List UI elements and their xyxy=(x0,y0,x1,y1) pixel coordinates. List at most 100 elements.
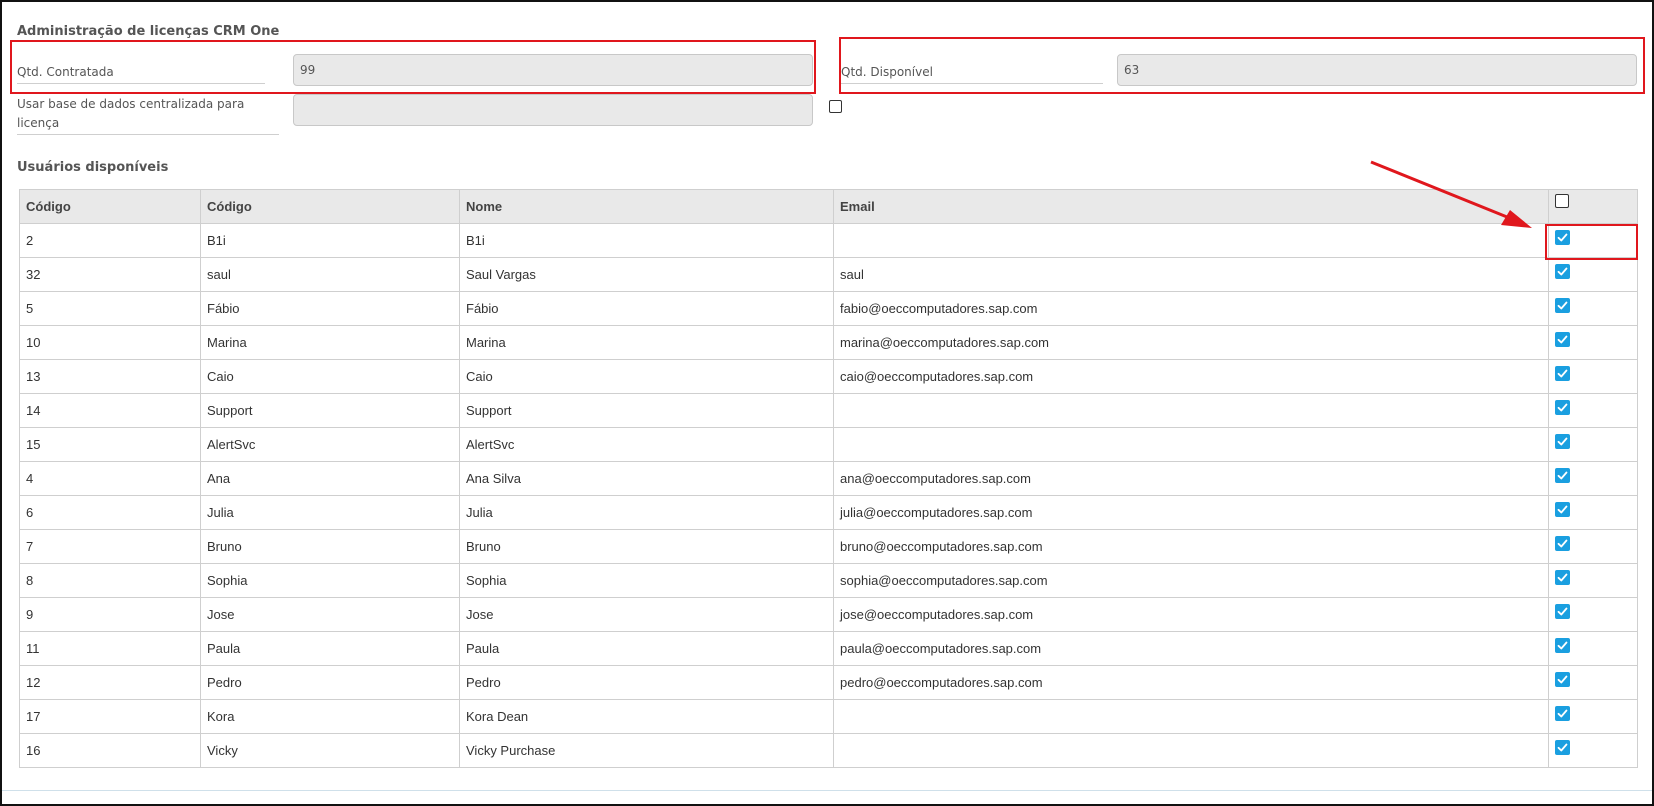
cell-email xyxy=(833,733,1549,768)
row-select-checkbox[interactable] xyxy=(1555,434,1570,449)
usar-base-field[interactable] xyxy=(293,94,813,126)
table-row[interactable]: 17 Kora Kora Dean xyxy=(19,699,1638,734)
table-row[interactable]: 32 saul Saul Vargas saul xyxy=(19,257,1638,292)
cell-user-code: B1i xyxy=(200,223,460,258)
cell-name: AlertSvc xyxy=(459,427,834,462)
cell-code: 5 xyxy=(19,291,201,326)
row-select-checkbox[interactable] xyxy=(1555,502,1570,517)
cell-select xyxy=(1548,257,1638,292)
cell-select xyxy=(1548,563,1638,598)
cell-code: 8 xyxy=(19,563,201,598)
cell-user-code: Fábio xyxy=(200,291,460,326)
cell-email: fabio@oeccomputadores.sap.com xyxy=(833,291,1549,326)
usar-base-checkbox[interactable] xyxy=(829,100,842,113)
cell-email xyxy=(833,393,1549,428)
cell-name: Paula xyxy=(459,631,834,666)
cell-email: julia@oeccomputadores.sap.com xyxy=(833,495,1549,530)
cell-code: 16 xyxy=(19,733,201,768)
cell-select xyxy=(1548,223,1638,258)
qtd-contratada-field[interactable]: 99 xyxy=(293,54,813,86)
cell-code: 14 xyxy=(19,393,201,428)
cell-user-code: Sophia xyxy=(200,563,460,598)
table-row[interactable]: 7 Bruno Bruno bruno@oeccomputadores.sap.com xyxy=(19,529,1638,564)
cell-code: 32 xyxy=(19,257,201,292)
row-select-checkbox[interactable] xyxy=(1555,366,1570,381)
cell-user-code: Jose xyxy=(200,597,460,632)
table-row[interactable]: 10 Marina Marina marina@oeccomputadores.sap… xyxy=(19,325,1638,360)
cell-user-code: Julia xyxy=(200,495,460,530)
column-header-name[interactable]: Nome xyxy=(459,189,834,224)
row-select-checkbox[interactable] xyxy=(1555,740,1570,755)
table-scroll-edge xyxy=(2,790,1652,791)
table-row[interactable]: 5 Fábio Fábio fabio@oeccomputadores.sap.com xyxy=(19,291,1638,326)
cell-code: 10 xyxy=(19,325,201,360)
cell-email xyxy=(833,699,1549,734)
table-row[interactable]: 8 Sophia Sophia sophia@oeccomputadores.sap.… xyxy=(19,563,1638,598)
cell-email: jose@oeccomputadores.sap.com xyxy=(833,597,1549,632)
cell-name: Julia xyxy=(459,495,834,530)
users-table: Código Código Nome Email 2 B1i B1i 32 saul Sa… xyxy=(19,189,1638,768)
cell-select xyxy=(1548,631,1638,666)
row-select-checkbox[interactable] xyxy=(1555,230,1570,245)
cell-select xyxy=(1548,393,1638,428)
column-header-user-code[interactable]: Código xyxy=(200,189,460,224)
cell-code: 11 xyxy=(19,631,201,666)
cell-code: 17 xyxy=(19,699,201,734)
cell-select xyxy=(1548,733,1638,768)
table-row[interactable]: 11 Paula Paula paula@oeccomputadores.sap.co… xyxy=(19,631,1638,666)
cell-name: Saul Vargas xyxy=(459,257,834,292)
cell-name: Pedro xyxy=(459,665,834,700)
row-select-checkbox[interactable] xyxy=(1555,332,1570,347)
cell-user-code: Pedro xyxy=(200,665,460,700)
row-select-checkbox[interactable] xyxy=(1555,706,1570,721)
cell-name: Support xyxy=(459,393,834,428)
cell-user-code: Bruno xyxy=(200,529,460,564)
row-select-checkbox[interactable] xyxy=(1555,264,1570,279)
cell-user-code: Kora xyxy=(200,699,460,734)
row-select-checkbox[interactable] xyxy=(1555,638,1570,653)
cell-code: 9 xyxy=(19,597,201,632)
cell-email xyxy=(833,427,1549,462)
row-select-checkbox[interactable] xyxy=(1555,672,1570,687)
cell-user-code: Vicky xyxy=(200,733,460,768)
table-row[interactable]: 16 Vicky Vicky Purchase xyxy=(19,733,1638,768)
table-row[interactable]: 14 Support Support xyxy=(19,393,1638,428)
table-row[interactable]: 12 Pedro Pedro pedro@oeccomputadores.sap.co… xyxy=(19,665,1638,700)
cell-name: Fábio xyxy=(459,291,834,326)
table-row[interactable]: 6 Julia Julia julia@oeccomputadores.sap.com xyxy=(19,495,1638,530)
select-all-checkbox[interactable] xyxy=(1555,194,1569,208)
table-row[interactable]: 15 AlertSvc AlertSvc xyxy=(19,427,1638,462)
table-row[interactable]: 13 Caio Caio caio@oeccomputadores.sap.com xyxy=(19,359,1638,394)
cell-user-code: saul xyxy=(200,257,460,292)
cell-user-code: Paula xyxy=(200,631,460,666)
cell-code: 2 xyxy=(19,223,201,258)
table-row[interactable]: 2 B1i B1i xyxy=(19,223,1638,258)
cell-code: 6 xyxy=(19,495,201,530)
cell-user-code: Support xyxy=(200,393,460,428)
cell-select xyxy=(1548,461,1638,496)
cell-email: ana@oeccomputadores.sap.com xyxy=(833,461,1549,496)
row-select-checkbox[interactable] xyxy=(1555,604,1570,619)
row-select-checkbox[interactable] xyxy=(1555,468,1570,483)
cell-name: Kora Dean xyxy=(459,699,834,734)
cell-name: Jose xyxy=(459,597,834,632)
cell-select xyxy=(1548,427,1638,462)
cell-select xyxy=(1548,665,1638,700)
cell-email xyxy=(833,223,1549,258)
table-row[interactable]: 4 Ana Ana Silva ana@oeccomputadores.sap.com xyxy=(19,461,1638,496)
cell-name: Marina xyxy=(459,325,834,360)
cell-select xyxy=(1548,359,1638,394)
row-select-checkbox[interactable] xyxy=(1555,400,1570,415)
column-header-code[interactable]: Código xyxy=(19,189,201,224)
cell-user-code: AlertSvc xyxy=(200,427,460,462)
row-select-checkbox[interactable] xyxy=(1555,536,1570,551)
column-header-email[interactable]: Email xyxy=(833,189,1549,224)
cell-name: Sophia xyxy=(459,563,834,598)
row-select-checkbox[interactable] xyxy=(1555,298,1570,313)
table-header-row: Código Código Nome Email xyxy=(19,189,1638,224)
table-row[interactable]: 9 Jose Jose jose@oeccomputadores.sap.com xyxy=(19,597,1638,632)
row-select-checkbox[interactable] xyxy=(1555,570,1570,585)
section-title-users: Usuários disponíveis xyxy=(17,160,169,175)
qtd-disponivel-field[interactable]: 63 xyxy=(1117,54,1637,86)
cell-name: Caio xyxy=(459,359,834,394)
